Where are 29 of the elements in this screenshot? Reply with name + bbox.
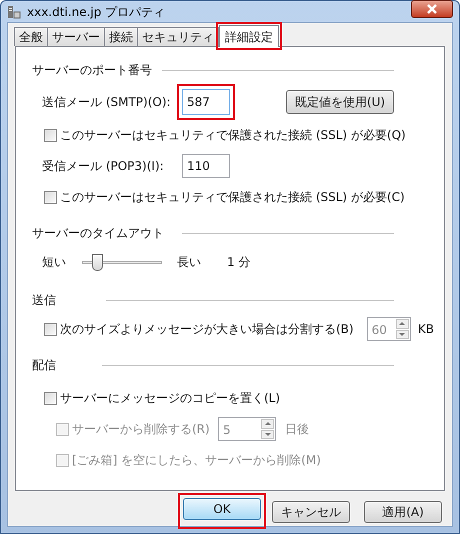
window-title: xxx.dti.ne.jp プロパティ	[27, 4, 166, 20]
default-button[interactable]: 既定値を使用(U)	[286, 90, 394, 114]
tab[interactable]: セキュリティ	[137, 27, 219, 46]
section-heading: 送信	[32, 292, 56, 309]
tab[interactable]: 接続	[104, 27, 138, 46]
input-field[interactable]: 110	[182, 154, 230, 178]
dialog-button[interactable]: 適用(A)	[364, 501, 442, 523]
field-label: 受信メール (POP3)(I):	[42, 158, 165, 175]
checkbox-label: このサーバーはセキュリティで保護された接続 (SSL) が必要(C)	[60, 189, 405, 206]
checkbox-label: 次のサイズよりメッセージが大きい場合は分割する(B)	[60, 321, 354, 338]
section-heading: サーバーのポート番号	[32, 62, 152, 79]
unit-label: 日後	[285, 421, 309, 438]
section-heading: サーバーのタイムアウト	[32, 225, 164, 242]
timeout-value: 1 分	[227, 254, 250, 271]
tab[interactable]: 全般	[14, 27, 48, 46]
unit-label: KB	[418, 321, 434, 338]
tab[interactable]: サーバー	[47, 27, 105, 46]
section-heading: 配信	[32, 357, 56, 374]
checkbox-label: サーバーにメッセージのコピーを置く(L)	[60, 390, 280, 407]
tab[interactable]: 詳細設定	[219, 25, 279, 47]
checkbox-label: [ごみ箱] を空にしたら、サーバーから削除(M)	[72, 452, 321, 469]
slider-label: 短い	[42, 254, 67, 271]
checkbox-label: このサーバーはセキュリティで保護された接続 (SSL) が必要(Q)	[60, 127, 406, 144]
dialog-button[interactable]: キャンセル	[272, 501, 350, 523]
checkbox-label: サーバーから削除する(R)	[72, 421, 210, 438]
dialog-button[interactable]: OK	[183, 498, 261, 520]
input-field[interactable]: 587	[182, 89, 230, 115]
slider-label: 長い	[177, 254, 202, 271]
field-label: 送信メール (SMTP)(O):	[42, 94, 172, 111]
